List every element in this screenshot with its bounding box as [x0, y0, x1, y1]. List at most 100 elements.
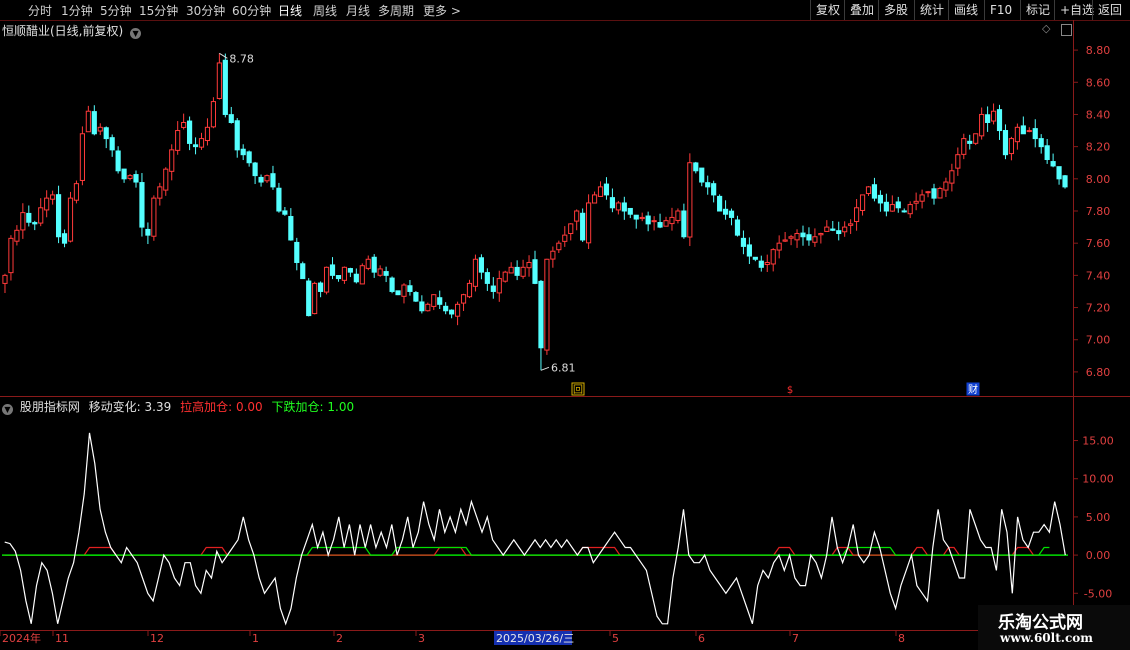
candle-body — [848, 223, 854, 226]
candle-body — [407, 285, 413, 292]
candle-body — [740, 237, 747, 247]
candle-body — [913, 200, 919, 204]
stock-chart[interactable]: 6.80 7.00 7.20 7.40 7.60 7.80 8.00 8.20 8.40 8.60… — [0, 0, 1130, 650]
candle-body — [210, 101, 216, 128]
candle-body — [627, 207, 633, 215]
candle-body — [484, 272, 490, 284]
candle-body — [985, 114, 991, 123]
candle-body — [395, 290, 401, 296]
candle-body — [812, 236, 818, 243]
candle-body — [1014, 126, 1020, 143]
candle-body — [752, 256, 758, 260]
x-axis-label: 6 — [698, 632, 705, 645]
candle-body — [979, 113, 985, 137]
indicator-tick-label: 15.00 — [1082, 435, 1114, 448]
candle-body — [770, 249, 776, 265]
candle-body — [1020, 125, 1026, 135]
price-tick-label: 7.20 — [1086, 302, 1111, 315]
candle-body — [687, 162, 693, 238]
candle-body — [734, 219, 741, 236]
candle-body — [621, 202, 627, 212]
candle-body — [389, 277, 395, 292]
candle-body — [633, 214, 639, 220]
candle-body — [854, 207, 860, 223]
candle-body — [907, 204, 913, 215]
candle-body — [192, 144, 199, 148]
price-tick-label: 7.40 — [1086, 269, 1111, 282]
candle-body — [883, 201, 889, 212]
candle-body — [288, 216, 294, 241]
candle-body — [574, 210, 580, 222]
x-axis-label: 5 — [612, 632, 619, 645]
x-axis-label: 2024年 — [2, 631, 41, 645]
chevron-down-icon[interactable]: ▼ — [130, 28, 142, 39]
candle-body — [609, 197, 616, 209]
candle-body — [240, 148, 246, 156]
candle-body — [204, 126, 211, 142]
watermark-line2: www.60lt.com — [1000, 631, 1093, 645]
candle-body — [538, 280, 544, 349]
candle-body — [562, 234, 568, 242]
diamond-icon[interactable]: ◇ — [1042, 22, 1050, 35]
candle-body — [97, 126, 103, 132]
candle-body — [645, 215, 651, 225]
x-axis-label: 3 — [418, 632, 425, 645]
candle-body — [746, 244, 752, 257]
candle-body — [449, 309, 455, 315]
price-tick-label: 8.00 — [1086, 173, 1111, 186]
candle-body — [454, 303, 461, 317]
candle-body — [526, 261, 532, 269]
candle-body — [44, 197, 50, 211]
candle-body — [508, 266, 514, 274]
stock-title: 恒顺醋业(日线,前复权) — [2, 24, 124, 38]
candle-body — [419, 301, 425, 312]
candle-body — [163, 168, 169, 191]
candle-body — [365, 258, 371, 269]
candle-body — [800, 232, 806, 238]
candle-body — [794, 233, 800, 241]
candle-body — [818, 233, 824, 236]
stock-title-row: 恒顺醋业(日线,前复权) ▼ — [2, 22, 142, 39]
candle-body — [514, 266, 520, 276]
candle-body — [1044, 145, 1050, 161]
candle-body — [663, 220, 669, 227]
x-axis-label: 1 — [252, 632, 259, 645]
chevron-down-icon[interactable]: ▼ — [2, 404, 13, 415]
candle-body — [764, 261, 770, 266]
candle-body — [121, 168, 127, 180]
candle-body — [1050, 161, 1056, 167]
candle-body — [973, 133, 979, 144]
candle-body — [431, 294, 437, 307]
candle-body — [127, 175, 133, 179]
candle-body — [14, 229, 20, 242]
candle-body — [657, 222, 663, 228]
candle-body — [228, 114, 234, 124]
candle-body — [877, 194, 883, 204]
candle-body — [925, 191, 931, 194]
candle-body — [782, 239, 788, 242]
price-tick-label: 7.80 — [1086, 205, 1111, 218]
candle-body — [949, 170, 955, 184]
candle-body — [318, 282, 324, 292]
price-tick-label: 6.80 — [1086, 366, 1111, 379]
candle-body — [478, 257, 484, 273]
x-axis-label: 11 — [55, 632, 69, 645]
candle-body — [699, 167, 705, 183]
candle-body — [937, 187, 943, 199]
candle-body — [472, 258, 479, 287]
candle-body — [705, 182, 711, 188]
candle-body — [443, 305, 449, 312]
candle-body — [728, 210, 735, 218]
candle-body — [383, 271, 389, 276]
candle-body — [496, 278, 502, 294]
candle-body — [961, 138, 967, 155]
candle-body — [175, 130, 181, 151]
candle-body — [198, 138, 205, 148]
candle-body — [20, 212, 26, 231]
candle-body — [341, 266, 348, 281]
candle-body — [264, 175, 270, 182]
candle-body — [520, 266, 526, 277]
candle-body — [1026, 130, 1032, 133]
layout-toggle-icon[interactable] — [1061, 24, 1072, 36]
candle-body — [276, 187, 282, 212]
